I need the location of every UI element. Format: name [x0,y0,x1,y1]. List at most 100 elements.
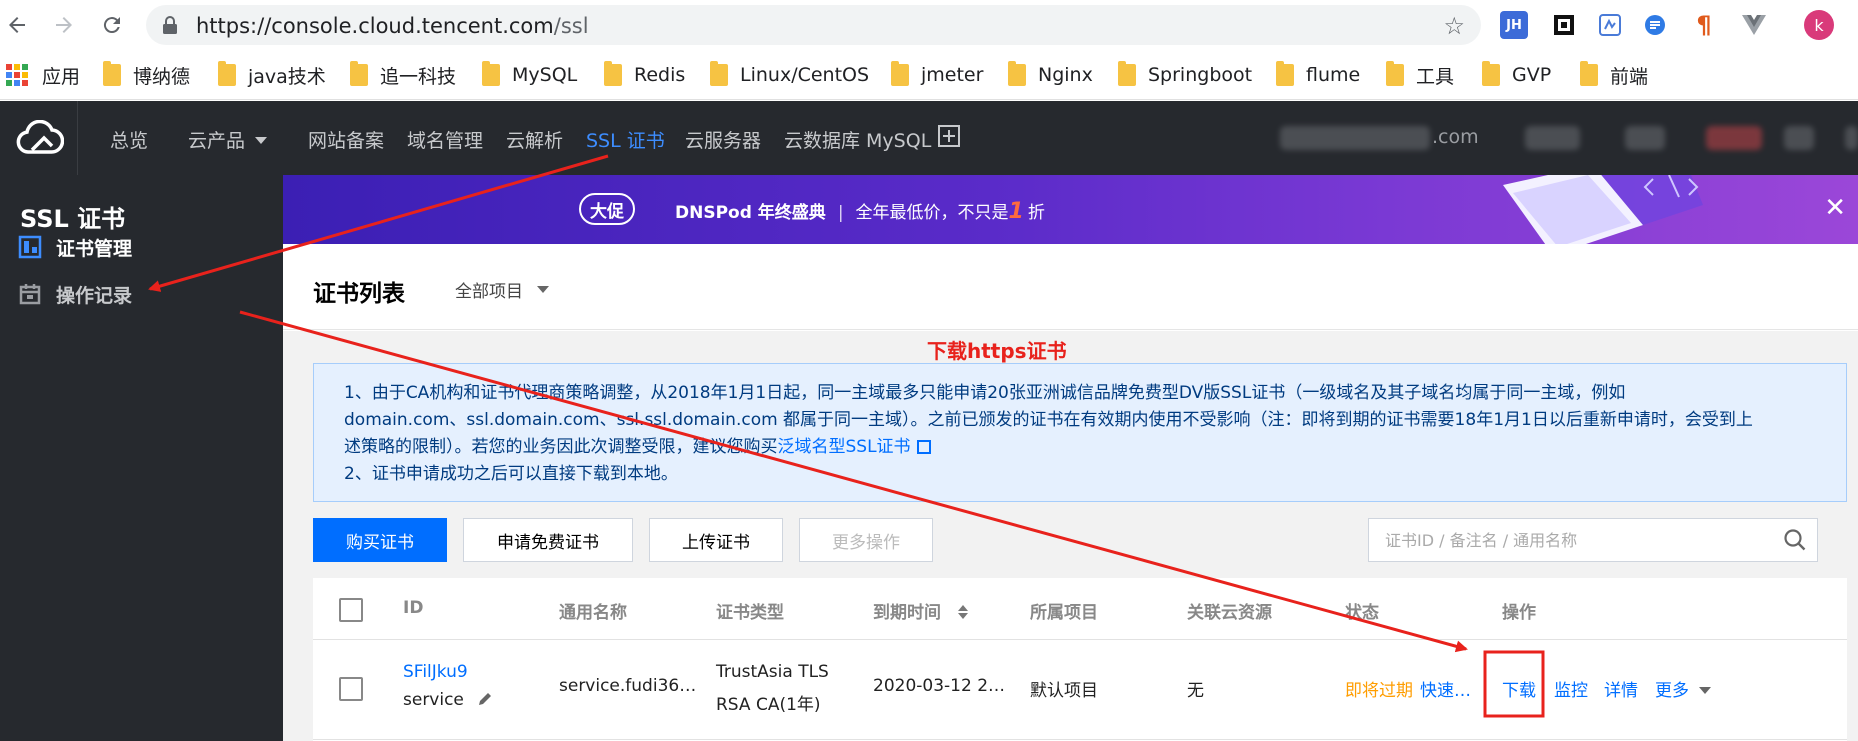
more-operations-button[interactable]: 更多操作 [799,518,933,562]
certificate-table: ID 通用名称 证书类型 到期时间 所属项目 关联云资源 状态 操作 SFilJ… [313,578,1847,741]
nav-products-label: 云产品 [188,130,246,152]
folder-icon [1118,61,1136,86]
bookmark-folder-label: 追一科技 [380,65,457,88]
bookmark-folder-label: java技术 [248,65,326,88]
bookmark-folder[interactable]: Springboot [1118,61,1252,88]
monitor-button[interactable]: 监控 [1554,676,1588,701]
tencent-cloud-logo-icon[interactable] [0,101,78,175]
edit-pencil-icon[interactable] [477,691,493,707]
search-icon[interactable] [1783,528,1807,557]
folder-icon [1008,61,1026,86]
nav-icp-filing[interactable]: 网站备案 [308,126,384,153]
annotation-label: 下载https证书 [927,339,1067,363]
column-header-expire[interactable]: 到期时间 [873,598,969,623]
bookmark-folder[interactable]: flume [1276,61,1360,88]
bookmark-folder[interactable]: Redis [604,61,686,88]
quick-renew-link[interactable]: 快速… [1420,676,1471,701]
bookmark-folder-label: Redis [634,64,686,86]
wildcard-ssl-link[interactable]: 泛域名型SSL证书 [778,437,911,457]
blurred-help-icon[interactable] [1845,126,1858,150]
buy-certificate-button[interactable]: 购买证书 [313,518,447,562]
notice-line: 述策略的限制）。若您的业务因此次调整受限，建议您购买泛域名型SSL证书 [344,434,1816,461]
common-name-cell: service.fudi36… [559,676,697,696]
sidebar-item-certificate-management[interactable]: 证书管理 [18,232,132,262]
chevron-down-icon [1699,687,1711,694]
blurred-user-icon[interactable] [1784,126,1814,150]
blurred-menu-item[interactable] [1525,126,1580,150]
back-arrow-icon[interactable] [0,8,34,42]
nav-mysql[interactable]: 云数据库 MySQL [784,126,931,153]
promo-brand: DNSPod 年终盛典 [675,203,826,223]
calendar-icon [18,282,42,306]
external-link-icon[interactable] [916,440,931,454]
details-button[interactable]: 详情 [1604,676,1638,701]
sidebar-title: SSL 证书 [20,205,126,233]
nav-dns[interactable]: 云解析 [506,126,563,153]
sidebar-item-label: 操作记录 [56,284,133,307]
address-bar[interactable]: https://console.cloud.tencent.com/ssl ☆ [146,5,1481,45]
bookmark-folder[interactable]: GVP [1482,61,1551,88]
sidebar-item-label: 证书管理 [56,237,133,260]
folder-icon [1580,61,1598,86]
bookmark-folder[interactable]: Linux/CentOS [710,61,869,88]
url-path: /ssl [553,14,589,38]
nav-overview[interactable]: 总览 [110,126,148,153]
browser-toolbar: https://console.cloud.tencent.com/ssl ☆ … [0,0,1858,50]
bookmark-folder[interactable]: 工具 [1386,61,1455,88]
nav-cvm[interactable]: 云服务器 [685,126,761,153]
extension-search-icon[interactable] [1641,11,1669,39]
bookmark-folder[interactable]: MySQL [482,61,578,88]
nav-ssl-certificate[interactable]: SSL 证书 [586,126,665,153]
bookmark-apps[interactable]: 应用 [6,62,80,88]
forward-arrow-icon[interactable] [47,8,81,42]
folder-icon [710,61,728,86]
search-input[interactable] [1369,519,1759,561]
add-shortcut-icon[interactable] [938,125,960,152]
status-badge: 即将过期 [1345,681,1413,701]
sort-icon[interactable] [957,603,969,621]
blurred-menu-item[interactable] [1625,126,1665,150]
certificate-search [1368,518,1818,562]
column-header-id: ID [403,598,424,618]
reload-icon[interactable] [95,8,129,42]
bookmark-folder[interactable]: 前端 [1580,61,1648,88]
column-header-project: 所属项目 [1030,603,1098,623]
bookmark-folder[interactable]: 追一科技 [350,61,457,88]
page-header: 证书列表 全部项目 [283,244,1858,330]
folder-icon [1276,61,1294,86]
bookmark-folder[interactable]: jmeter [891,61,983,88]
bookmark-star-icon[interactable]: ☆ [1443,12,1465,40]
nav-domain-management[interactable]: 域名管理 [407,126,483,153]
blurred-message-icon[interactable] [1706,126,1762,150]
project-select[interactable]: 全部项目 [455,277,549,302]
bookmark-folder-label: Nginx [1038,64,1093,86]
profile-avatar[interactable]: k [1804,10,1834,40]
more-actions-button[interactable]: 更多 [1655,676,1711,701]
download-button[interactable]: 下载 [1502,676,1536,701]
chevron-down-icon [255,137,268,144]
bookmark-folder-label: 工具 [1416,65,1455,88]
nav-products[interactable]: 云产品 [188,126,268,153]
extension-vue-icon[interactable] [1740,11,1768,39]
bookmark-folder[interactable]: java技术 [218,61,326,88]
bookmark-folder-label: MySQL [512,64,578,86]
header-divider [313,639,1847,640]
upload-certificate-button[interactable]: 上传证书 [649,518,783,562]
extension-paragraph-icon[interactable]: ¶ [1690,11,1718,39]
extension-qr-icon[interactable] [1550,11,1578,39]
close-icon[interactable]: ✕ [1824,193,1846,223]
extension-jh-icon[interactable]: JH [1500,11,1528,39]
column-header-actions: 操作 [1502,603,1536,623]
extension-puzzle-icon[interactable] [1596,11,1624,39]
bookmark-folder[interactable]: 博纳德 [103,61,191,88]
row-checkbox[interactable] [339,677,363,701]
account-name-blurred[interactable] [1280,126,1430,150]
bookmark-folder-label: 博纳德 [133,65,191,88]
sidebar-item-operation-log[interactable]: 操作记录 [18,279,132,309]
bookmarks-bar: 应用 博纳德 java技术 追一科技 MySQL Redis Linux/Cen… [0,50,1858,100]
select-all-checkbox[interactable] [339,598,363,622]
promo-banner[interactable]: 大促 DNSPod 年终盛典 | 全年最低价，不只是1 折 ✕ [283,175,1858,244]
bookmark-folder[interactable]: Nginx [1008,61,1093,88]
apply-free-certificate-button[interactable]: 申请免费证书 [463,518,633,562]
certificate-id-link[interactable]: SFilJku9 [403,662,468,682]
